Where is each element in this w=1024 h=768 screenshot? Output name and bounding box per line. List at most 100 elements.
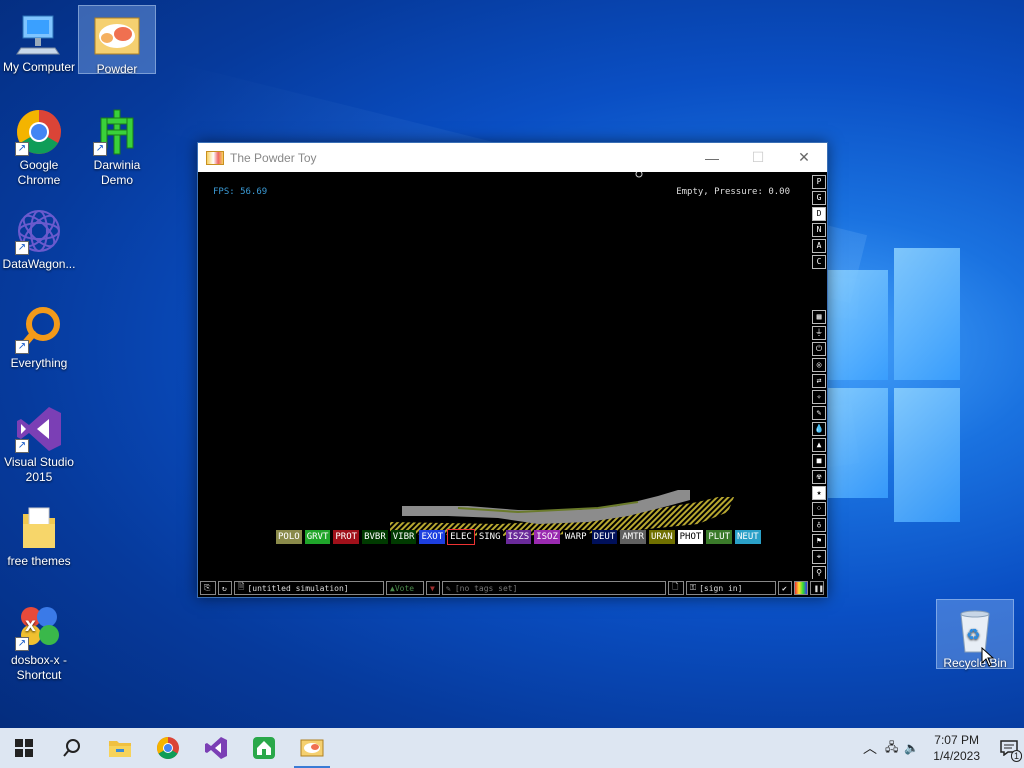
tags-field[interactable]: ✎ [no tags set] bbox=[442, 581, 666, 595]
mode-button-a[interactable]: A bbox=[812, 239, 826, 253]
category-gases-icon[interactable]: ✎ bbox=[812, 406, 826, 420]
network-icon[interactable]: 🖧 bbox=[885, 738, 898, 759]
desktop-icon-visual-studio[interactable]: ↗ Visual Studio 2015 bbox=[1, 399, 77, 485]
category-liquids-icon[interactable]: 💧 bbox=[812, 422, 826, 436]
mode-button-c[interactable]: C bbox=[812, 255, 826, 269]
minimize-button[interactable]: — bbox=[689, 143, 735, 172]
chrome-icon: ↗ bbox=[15, 108, 63, 156]
element-prot-button[interactable]: PROT bbox=[333, 530, 360, 544]
sign-in-button[interactable]: ⚿ [sign in] bbox=[686, 581, 776, 595]
element-deut-button[interactable]: DEUT bbox=[591, 530, 618, 544]
start-button[interactable] bbox=[0, 728, 48, 768]
close-button[interactable]: ✕ bbox=[781, 143, 827, 172]
element-sing-button[interactable]: SING bbox=[476, 530, 503, 544]
maximize-button[interactable]: ☐ bbox=[735, 143, 781, 172]
element-neut-button[interactable]: NEUT bbox=[735, 530, 761, 544]
desktop-icon-dosbox[interactable]: X ↗ dosbox-x - Shortcut bbox=[1, 597, 77, 683]
element-isoz-button[interactable]: ISOZ bbox=[534, 530, 560, 544]
open-icon[interactable]: ⎘ bbox=[200, 581, 216, 595]
element-bvbr-button[interactable]: BVBR bbox=[362, 530, 388, 544]
category-favorites-icon[interactable]: ⌖ bbox=[812, 550, 826, 564]
element-plut-button[interactable]: PLUT bbox=[706, 530, 732, 544]
mode-button-n[interactable]: N bbox=[812, 223, 826, 237]
element-polo-button[interactable]: POLO bbox=[276, 530, 302, 544]
desktop-icon-free-themes[interactable]: free themes bbox=[1, 498, 77, 569]
mode-button-d[interactable]: D bbox=[812, 207, 826, 221]
chrome-icon bbox=[157, 737, 179, 759]
shortcut-arrow-icon: ↗ bbox=[15, 142, 29, 156]
render-options-icon[interactable] bbox=[794, 581, 808, 595]
vote-down-button[interactable]: ▼ bbox=[426, 581, 440, 595]
vote-up-button[interactable]: ▲ Vote bbox=[386, 581, 424, 595]
window-titlebar[interactable]: The Powder Toy — ☐ ✕ bbox=[198, 143, 827, 172]
folder-icon bbox=[15, 504, 63, 552]
element-amtr-button[interactable]: AMTR bbox=[620, 530, 646, 544]
element-uran-button[interactable]: URAN bbox=[648, 530, 675, 544]
mode-button-p[interactable]: P bbox=[812, 175, 826, 189]
search-button[interactable] bbox=[48, 728, 96, 768]
desktop-icon-recycle-bin[interactable]: ♻ Recycle Bin bbox=[936, 599, 1014, 670]
mode-button-g[interactable]: G bbox=[812, 191, 826, 205]
category-solids-icon[interactable]: ■ bbox=[812, 454, 826, 468]
taskbar-chrome[interactable] bbox=[144, 728, 192, 768]
settings-icon[interactable]: ✔ bbox=[778, 581, 792, 595]
svg-text:♻: ♻ bbox=[966, 625, 980, 644]
simulation-canvas[interactable]: FPS: 56.69 Empty, Pressure: 0.00 bbox=[198, 172, 810, 579]
category-sensors-icon[interactable]: ◎ bbox=[812, 358, 826, 372]
desktop-icon-powder[interactable]: Powder bbox=[78, 5, 156, 76]
chevron-up-icon[interactable]: ︿ bbox=[863, 738, 877, 758]
search-icon[interactable]: ⚲ bbox=[812, 566, 826, 580]
category-powders-icon[interactable]: ▲ bbox=[812, 438, 826, 452]
taskbar-powder-toy[interactable] bbox=[288, 728, 336, 768]
desktop-icon-everything[interactable]: ↗ Everything bbox=[1, 300, 77, 371]
house-app-icon bbox=[253, 737, 275, 759]
powder-toy-app-icon bbox=[206, 150, 224, 165]
category-force-icon[interactable]: ⇄ bbox=[812, 374, 826, 388]
category-life-icon[interactable]: ♁ bbox=[812, 518, 826, 532]
taskbar-app-green[interactable] bbox=[240, 728, 288, 768]
volume-icon[interactable]: 🔈 bbox=[904, 741, 919, 755]
element-vibr-button[interactable]: VIBR bbox=[390, 530, 417, 544]
reload-icon[interactable]: ↻ bbox=[218, 581, 232, 595]
bottom-toolbar: ⎘ ↻ 🗎 [untitled simulation] ▲ Vote ▼ ✎ [… bbox=[198, 579, 827, 597]
clock[interactable]: 7:07 PM 1/4/2023 bbox=[933, 732, 980, 764]
category-electronics-icon[interactable]: ⏚ bbox=[812, 326, 826, 340]
computer-icon bbox=[15, 10, 63, 58]
taskbar-visual-studio[interactable] bbox=[192, 728, 240, 768]
mouse-cursor-icon bbox=[981, 647, 995, 667]
pause-button[interactable]: ❚❚ bbox=[810, 581, 824, 595]
magnifier-icon: ↗ bbox=[15, 306, 63, 354]
category-special-icon[interactable]: ★ bbox=[812, 486, 826, 500]
element-elec-button[interactable]: ELEC bbox=[447, 529, 475, 545]
windows-logo-wallpaper bbox=[826, 248, 960, 524]
folder-icon bbox=[109, 741, 131, 757]
shortcut-arrow-icon: ↗ bbox=[15, 241, 29, 255]
window-title: The Powder Toy bbox=[230, 150, 317, 165]
desktop-icon-my-computer[interactable]: My Computer bbox=[1, 4, 77, 75]
category-tools-icon[interactable]: ⚑ bbox=[812, 534, 826, 548]
new-simulation-icon[interactable]: 🗋 bbox=[668, 581, 684, 595]
element-exot-button[interactable]: EXOT bbox=[419, 530, 446, 544]
element-grvt-button[interactable]: GRVT bbox=[304, 530, 331, 544]
element-iszs-button[interactable]: ISZS bbox=[505, 530, 532, 544]
desktop-icon-datawagon[interactable]: ↗ DataWagon... bbox=[1, 201, 77, 272]
system-tray: ︿ 🖧 🔈 7:07 PM 1/4/2023 1 bbox=[863, 728, 1024, 768]
category-explosives-icon[interactable]: ✧ bbox=[812, 390, 826, 404]
category-radioactive-icon[interactable]: ☢ bbox=[812, 470, 826, 484]
element-warp-button[interactable]: WARP bbox=[562, 530, 589, 544]
element-phot-button[interactable]: PHOT bbox=[677, 530, 704, 544]
element-palette: POLO GRVT PROT BVBR VIBR EXOT ELEC SING ISZS ISOZ… bbox=[276, 529, 761, 545]
category-powered-icon[interactable]: ⏻ bbox=[812, 342, 826, 356]
taskbar-file-explorer[interactable] bbox=[96, 728, 144, 768]
search-icon bbox=[63, 739, 80, 757]
category-walls-icon[interactable]: ▦ bbox=[812, 310, 826, 324]
particle-drawing bbox=[390, 172, 734, 536]
save-simulation-button[interactable]: 🗎 [untitled simulation] bbox=[234, 581, 384, 595]
powder-toy-window[interactable]: The Powder Toy — ☐ ✕ FPS: 56.69 Empty, P… bbox=[197, 142, 828, 598]
desktop-icon-google-chrome[interactable]: ↗ Google Chrome bbox=[1, 102, 77, 188]
category-particles-icon[interactable]: ⁘ bbox=[812, 502, 826, 516]
shortcut-arrow-icon: ↗ bbox=[15, 439, 29, 453]
taskbar: ︿ 🖧 🔈 7:07 PM 1/4/2023 1 bbox=[0, 728, 1024, 768]
desktop-icon-darwinia-demo[interactable]: ↗ Darwinia Demo bbox=[79, 102, 155, 188]
notification-center-icon[interactable]: 1 bbox=[994, 728, 1024, 768]
